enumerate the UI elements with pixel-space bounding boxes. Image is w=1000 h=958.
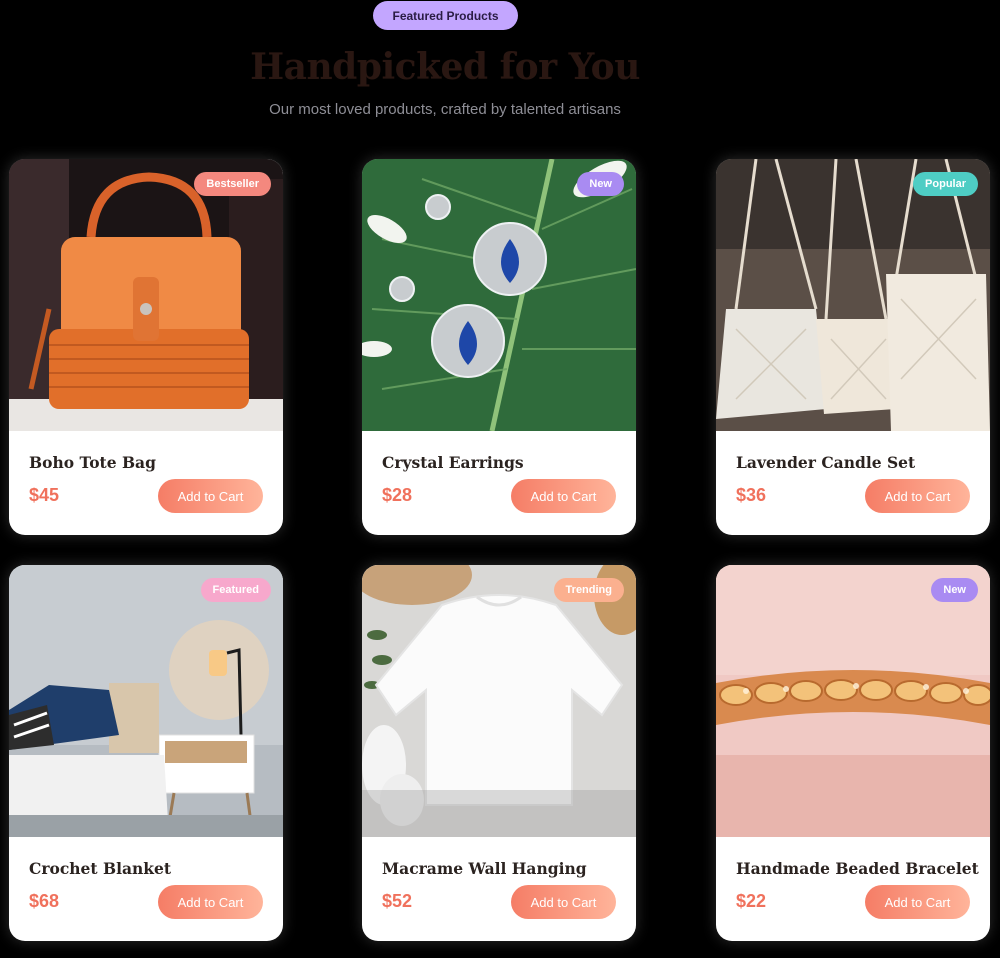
product-card[interactable]: Featured Crochet Blanket $68 Add to Cart [9, 565, 283, 941]
add-to-cart-button[interactable]: Add to Cart [511, 885, 616, 919]
product-image[interactable]: New [362, 159, 636, 431]
product-price: $68 [29, 891, 60, 911]
product-badge: Popular [913, 172, 978, 196]
product-image[interactable]: Featured [9, 565, 283, 837]
product-badge: New [931, 578, 978, 602]
product-name: Boho Tote Bag [29, 453, 156, 472]
product-price: $45 [29, 485, 60, 505]
product-name: Handmade Beaded Bracelet [736, 859, 979, 878]
featured-products-pill: Featured Products [373, 1, 518, 30]
product-badge: Featured [200, 578, 271, 602]
product-image[interactable]: New [716, 565, 990, 837]
product-card[interactable]: Bestseller Boho Tote Bag $45 Add to Cart [9, 159, 283, 535]
product-card[interactable]: Trending Macrame Wall Hanging $52 Add to… [362, 565, 636, 941]
product-price: $52 [382, 891, 413, 911]
product-card[interactable]: Popular Lavender Candle Set $36 Add to C… [716, 159, 990, 535]
product-name: Macrame Wall Hanging [382, 859, 587, 878]
product-price: $36 [736, 485, 767, 505]
add-to-cart-button[interactable]: Add to Cart [158, 885, 263, 919]
product-card[interactable]: New Handmade Beaded Bracelet $22 Add to … [716, 565, 990, 941]
product-badge: Bestseller [194, 172, 271, 196]
product-image[interactable]: Bestseller [9, 159, 283, 431]
add-to-cart-button[interactable]: Add to Cart [158, 479, 263, 513]
product-card[interactable]: New Crystal Earrings $28 Add to Cart [362, 159, 636, 535]
add-to-cart-button[interactable]: Add to Cart [865, 479, 970, 513]
product-badge: New [577, 172, 624, 196]
product-name: Lavender Candle Set [736, 453, 916, 472]
product-name: Crystal Earrings [382, 453, 524, 472]
page-subtitle: Our most loved products, crafted by tale… [269, 101, 621, 118]
add-to-cart-button[interactable]: Add to Cart [511, 479, 616, 513]
product-name: Crochet Blanket [29, 859, 172, 878]
product-price: $22 [736, 891, 767, 911]
product-image[interactable]: Trending [362, 565, 636, 837]
product-badge: Trending [553, 578, 624, 602]
product-image[interactable]: Popular [716, 159, 990, 431]
product-price: $28 [382, 485, 413, 505]
add-to-cart-button[interactable]: Add to Cart [865, 885, 970, 919]
page-title: Handpicked for You [250, 46, 640, 88]
